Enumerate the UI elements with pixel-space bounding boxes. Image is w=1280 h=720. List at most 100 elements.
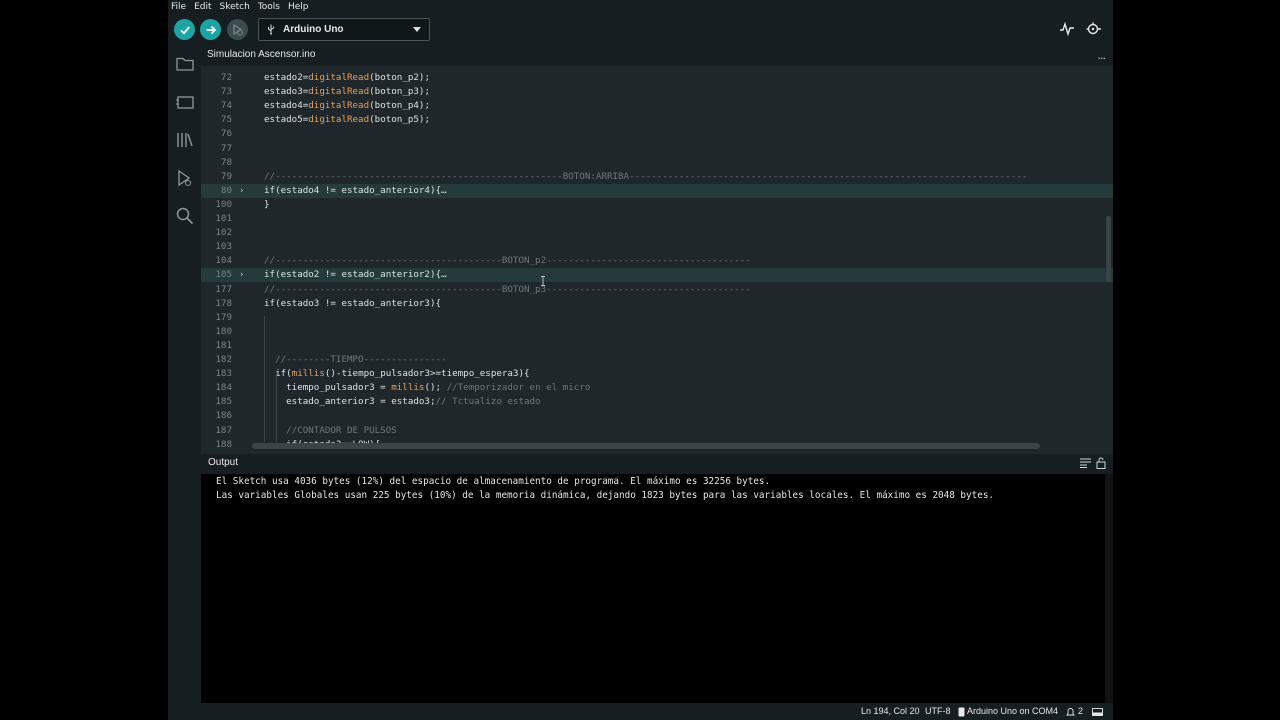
line-number: 103 (215, 241, 232, 253)
code-line[interactable]: 100} (201, 198, 1113, 212)
code-line[interactable]: 178 if(estado3 != estado_anterior3){ (201, 297, 1113, 311)
code-text: } (264, 198, 270, 210)
notification-icon[interactable] (1066, 707, 1075, 717)
line-number: 75 (220, 114, 232, 126)
menu-sketch[interactable]: Sketch (220, 0, 250, 14)
check-icon (179, 25, 190, 34)
code-text: //--------------------------------------… (264, 255, 751, 267)
debug-button[interactable] (227, 19, 248, 40)
line-number: 76 (220, 128, 232, 140)
menu-tools[interactable]: Tools (258, 0, 280, 14)
code-line[interactable]: 73 estado3=digitalRead(boton_p3); (201, 85, 1113, 99)
serial-plotter-icon[interactable] (1059, 22, 1075, 36)
line-number: 100 (215, 198, 232, 210)
code-line[interactable]: 101 (201, 212, 1113, 226)
line-number: 183 (215, 368, 232, 380)
verify-button[interactable] (174, 19, 195, 40)
code-line[interactable]: 74 estado4=digitalRead(boton_p4); (201, 99, 1113, 113)
code-line[interactable]: 72 estado2=digitalRead(boton_p2); (201, 71, 1113, 85)
code-line[interactable]: 103 (201, 240, 1113, 254)
line-number: 102 (215, 227, 232, 239)
line-number: 184 (215, 382, 232, 394)
code-line[interactable]: 78 (201, 156, 1113, 170)
line-number: 178 (215, 297, 232, 309)
output-line: Las variables Globales usan 225 bytes (1… (216, 490, 995, 501)
code-line[interactable]: 105 › if(estado2 != estado_anterior2){… (201, 268, 1113, 283)
fold-chevron-icon[interactable]: › (239, 268, 244, 282)
output-header: Output (201, 454, 1113, 474)
clear-output-icon[interactable] (1080, 458, 1091, 468)
code-line[interactable]: 186 (201, 409, 1113, 423)
code-line[interactable]: 179 (201, 311, 1113, 325)
line-number: 80 (220, 184, 232, 196)
output-console[interactable]: El Sketch usa 4036 bytes (12%) del espac… (201, 474, 1113, 703)
horizontal-scrollbar[interactable] (252, 443, 1040, 449)
code-line[interactable]: 104 //-----------------------------------… (201, 254, 1113, 268)
menu-file[interactable]: File (171, 0, 186, 14)
notification-count: 2 (1078, 706, 1084, 716)
cursor-position[interactable]: Ln 194, Col 20 (861, 706, 920, 716)
indent-guide (264, 316, 265, 442)
chevron-down-icon (413, 27, 421, 32)
line-number: 188 (215, 438, 232, 450)
sidebar (168, 46, 201, 720)
line-number: 186 (215, 410, 232, 422)
board-selector[interactable]: Arduino Uno (258, 18, 430, 41)
debug-sidebar-icon[interactable] (175, 168, 195, 188)
status-bar: Ln 194, Col 20 UTF-8 Arduino Uno on COM4… (168, 703, 1113, 720)
line-number: 179 (215, 311, 232, 323)
menu-help[interactable]: Help (288, 0, 309, 14)
serial-monitor-icon[interactable] (1086, 21, 1102, 37)
code-text: estado5=digitalRead(boton_p5); (264, 114, 430, 126)
vertical-scrollbar[interactable] (1106, 216, 1111, 282)
encoding[interactable]: UTF-8 (925, 706, 951, 716)
line-number: 187 (215, 424, 232, 436)
arrow-right-icon (206, 25, 216, 34)
code-text: if(estado3 != estado_anterior3){ (264, 297, 442, 309)
lock-icon[interactable] (1096, 457, 1106, 469)
code-line[interactable]: 177 //-----------------------------------… (201, 283, 1113, 297)
indent-guide (276, 372, 277, 442)
line-number: 73 (220, 86, 232, 98)
code-text: estado_anterior3 = estado3;// Tctualizo … (264, 396, 541, 408)
more-options-button[interactable]: ... (1098, 49, 1106, 62)
upload-button[interactable] (200, 19, 221, 40)
menu-bar: File Edit Sketch Tools Help (168, 0, 1113, 14)
code-line[interactable]: 80 › if(estado4 != estado_anterior4){… (201, 183, 1113, 198)
code-line[interactable]: 182 //--------TIEMPO--------------- (201, 353, 1113, 367)
code-text: //CONTADOR DE PULSOS (286, 424, 397, 436)
board-manager-icon[interactable] (175, 92, 195, 112)
code-line[interactable]: 76 (201, 127, 1113, 141)
line-number: 101 (215, 213, 232, 224)
code-line[interactable]: 75 estado5=digitalRead(boton_p5); (201, 113, 1113, 127)
line-number: 185 (215, 396, 232, 408)
code-line[interactable]: 102 (201, 226, 1113, 240)
board-port[interactable]: Arduino Uno on COM4 (967, 706, 1058, 716)
code-text: tiempo_pulsador3 = millis(); //Temporiza… (264, 382, 591, 394)
code-line[interactable]: 79 //------------------------------------… (201, 170, 1113, 184)
code-line[interactable]: 181 (201, 339, 1113, 353)
menu-edit[interactable]: Edit (194, 0, 211, 14)
output-scrollbar[interactable] (1105, 474, 1113, 703)
line-number: 79 (220, 170, 232, 182)
folder-icon[interactable] (175, 54, 195, 74)
line-number: 104 (215, 255, 232, 267)
code-line[interactable]: 184 tiempo_pulsador3 = millis(); //Tempo… (201, 381, 1113, 395)
file-tab[interactable]: Simulacion Ascensor.ino (207, 49, 315, 60)
line-number: 77 (220, 142, 232, 154)
code-line[interactable]: 187 //CONTADOR DE PULSOS (201, 424, 1113, 438)
output-line: El Sketch usa 4036 bytes (12%) del espac… (216, 476, 771, 487)
library-icon[interactable] (175, 130, 195, 150)
code-text: if(estado4 != estado_anterior4){… (264, 184, 447, 196)
search-icon[interactable] (175, 206, 195, 226)
code-line[interactable]: 77 (201, 142, 1113, 156)
board-name: Arduino Uno (283, 24, 344, 35)
code-text: estado4=digitalRead(boton_p4); (264, 100, 430, 112)
toggle-output-icon[interactable] (1092, 708, 1103, 716)
code-line[interactable]: 180 (201, 325, 1113, 339)
fold-chevron-icon[interactable]: › (239, 184, 244, 198)
line-number: 182 (215, 354, 232, 365)
code-line[interactable]: 185 estado_anterior3 = estado3;// Tctual… (201, 395, 1113, 409)
code-editor[interactable]: 72 estado2=digitalRead(boton_p2); 73 estado… (201, 66, 1113, 454)
code-line[interactable]: 183 if(millis()-tiempo_pulsador3>=tiempo… (201, 367, 1113, 381)
